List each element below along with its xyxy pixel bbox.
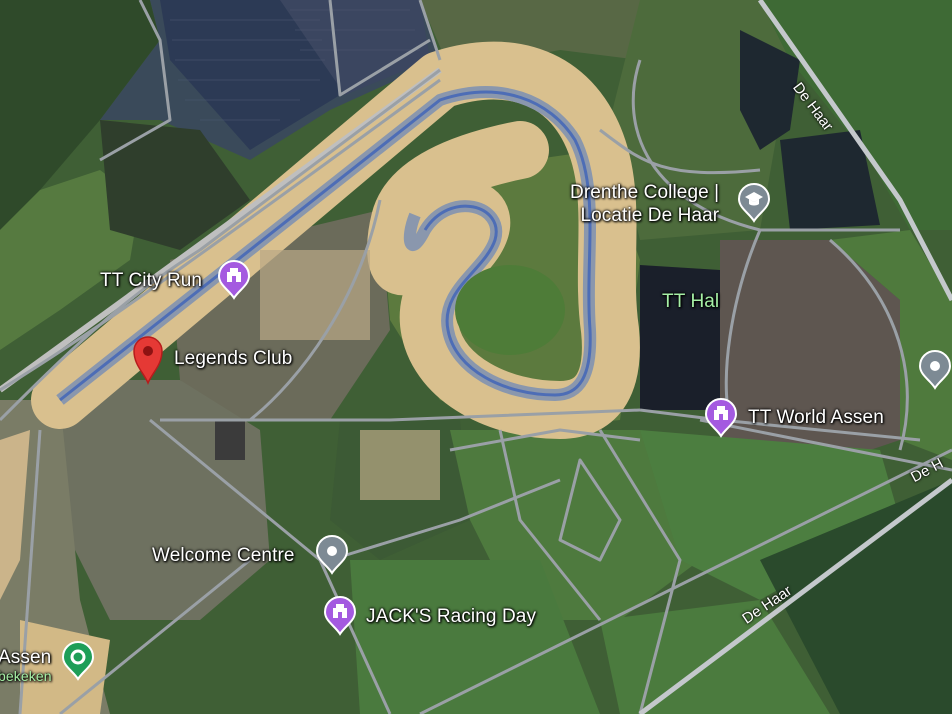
- place-label-tt-world-assen[interactable]: TT World Assen: [748, 407, 884, 429]
- park-icon[interactable]: [61, 641, 95, 681]
- place-label-drenthe-college[interactable]: Drenthe College | Locatie De Haar: [570, 181, 719, 227]
- place-label-legends-club[interactable]: Legends Club: [174, 348, 292, 370]
- assen-label-line1: Assen: [0, 647, 52, 668]
- attraction-icon[interactable]: [704, 398, 738, 438]
- place-label-assen[interactable]: Assen bekeken: [0, 648, 52, 686]
- attraction-icon[interactable]: [323, 596, 357, 636]
- red-pin-icon[interactable]: [130, 333, 166, 385]
- generic-poi-icon[interactable]: [918, 350, 952, 390]
- place-label-welcome-centre[interactable]: Welcome Centre: [152, 545, 295, 567]
- school-icon[interactable]: [737, 183, 771, 223]
- drenthe-label-line2: Locatie De Haar: [580, 205, 720, 226]
- satellite-map[interactable]: Drenthe College | Locatie De Haar TT Hal…: [0, 0, 952, 714]
- place-label-tt-hal[interactable]: TT Hal: [662, 291, 719, 313]
- generic-poi-icon[interactable]: [315, 535, 349, 575]
- assen-label-line2: bekeken: [0, 668, 52, 684]
- attraction-icon[interactable]: [217, 260, 251, 300]
- drenthe-label-line1: Drenthe College |: [570, 182, 720, 203]
- place-label-tt-city-run[interactable]: TT City Run: [100, 270, 202, 292]
- place-label-jacks-racing-day[interactable]: JACK'S Racing Day: [366, 606, 536, 628]
